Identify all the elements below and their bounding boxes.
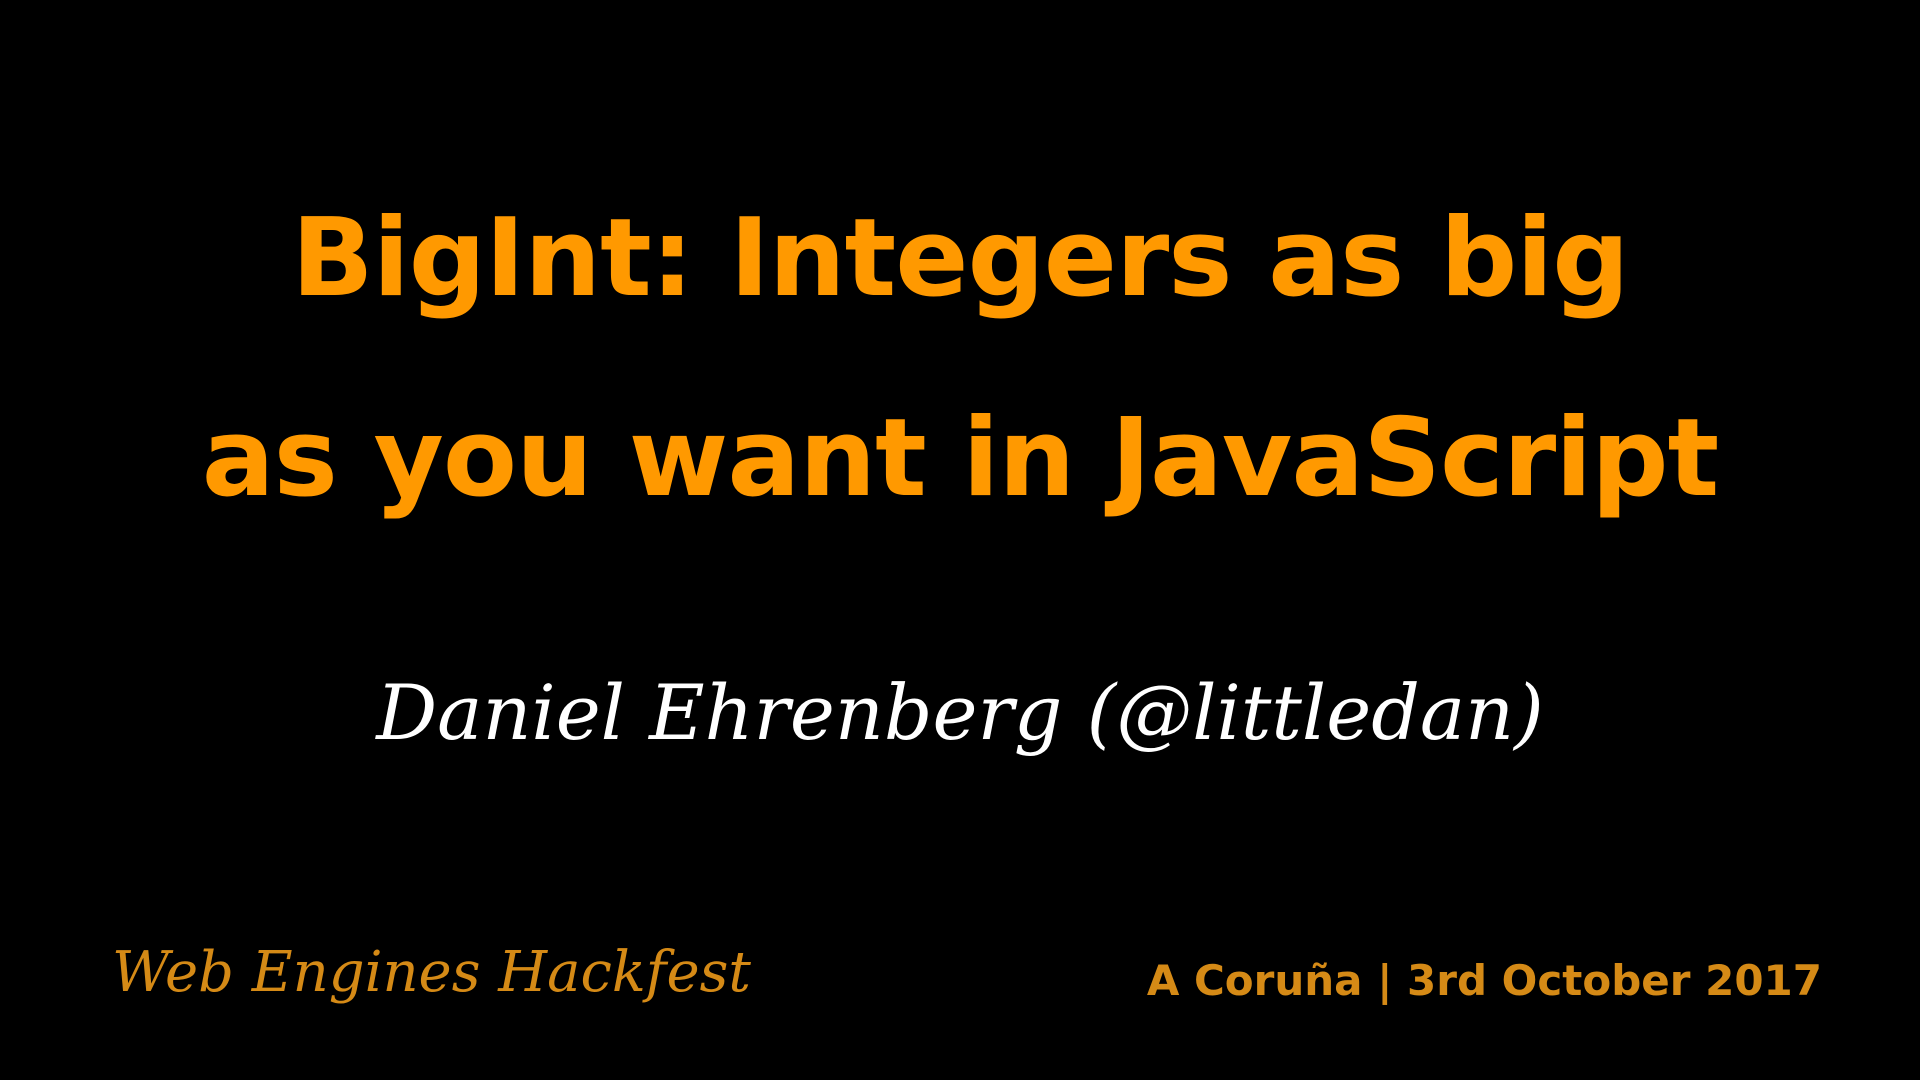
- slide-title-line-1: BigInt: Integers as big: [291, 196, 1629, 321]
- title-slide: BigInt: Integers as big as you want in J…: [0, 0, 1920, 1080]
- slide-title-line-2: as you want in JavaScript: [201, 396, 1719, 521]
- author-name: Daniel Ehrenberg (@littledan): [376, 668, 1544, 757]
- location-date: A Coruña | 3rd October 2017: [1146, 956, 1822, 1005]
- event-name: Web Engines Hackfest: [112, 940, 751, 1005]
